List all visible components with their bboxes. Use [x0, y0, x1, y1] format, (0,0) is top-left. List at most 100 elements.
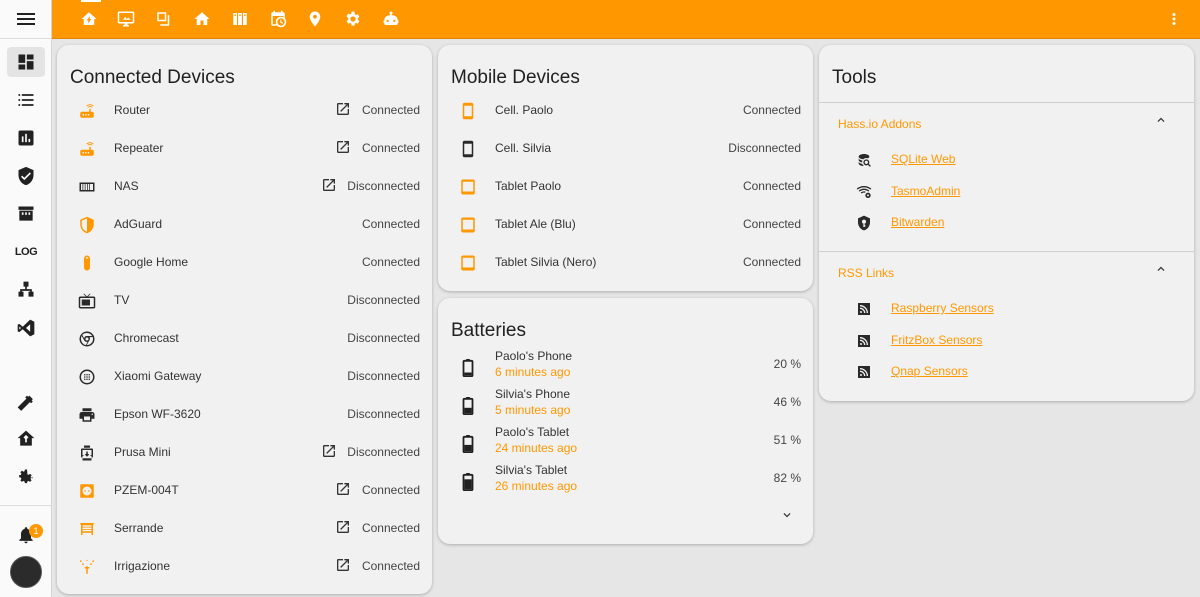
tool-link[interactable]: TasmoAdmin: [891, 184, 960, 198]
device-row[interactable]: Repeater Connected: [57, 130, 432, 168]
tool-link[interactable]: FritzBox Sensors: [891, 333, 982, 347]
mobile-device-row[interactable]: Tablet Ale (Blu) Connected: [438, 206, 813, 244]
cellphone-icon: [462, 140, 474, 158]
tab-home[interactable]: [192, 9, 212, 29]
tool-link[interactable]: Bitwarden: [891, 215, 944, 229]
top-bar: [52, 0, 1200, 39]
sidebar-item-history[interactable]: [7, 123, 45, 153]
sidebar-item-list[interactable]: [7, 85, 45, 115]
expand-button[interactable]: [780, 508, 794, 522]
device-row[interactable]: Chromecast Disconnected: [57, 320, 432, 358]
tab-map[interactable]: [305, 9, 325, 29]
tab-settings[interactable]: [343, 9, 363, 29]
battery-row[interactable]: Silvia's Tablet 26 minutes ago 82 %: [438, 463, 813, 501]
tab-server[interactable]: [230, 9, 250, 29]
section-title-rss[interactable]: RSS Links: [838, 266, 894, 280]
battery-level-icon: [462, 473, 474, 491]
sidebar-item-hacs[interactable]: [7, 199, 45, 229]
menu-button[interactable]: [0, 0, 51, 39]
rss-icon: [858, 303, 870, 315]
open-in-new-icon: [337, 483, 349, 495]
device-icon: [77, 557, 97, 577]
device-name: Tablet Silvia (Nero): [495, 255, 597, 269]
avatar[interactable]: [10, 556, 42, 588]
hamburger-icon: [16, 13, 35, 25]
battery-icon: [458, 358, 478, 378]
collapse-addons-button[interactable]: [1154, 113, 1168, 127]
device-row[interactable]: NAS Disconnected: [57, 168, 432, 206]
device-row[interactable]: AdGuard Connected: [57, 206, 432, 244]
mobile-device-row[interactable]: Cell. Silvia Disconnected: [438, 130, 813, 168]
battery-icon: [458, 396, 478, 416]
device-row[interactable]: Xiaomi Gateway Disconnected: [57, 358, 432, 396]
link-icon: [855, 183, 873, 201]
battery-level: 20 %: [773, 357, 801, 371]
device-state: Disconnected: [347, 293, 420, 307]
device-row[interactable]: Prusa Mini Disconnected: [57, 434, 432, 472]
printer-icon: [79, 408, 95, 422]
tab-windows[interactable]: [154, 9, 174, 29]
device-row[interactable]: Serrande Connected: [57, 510, 432, 548]
open-in-new-icon: [337, 141, 349, 153]
open-link-button[interactable]: [321, 177, 339, 195]
battery-last-updated: 24 minutes ago: [495, 441, 578, 455]
sidebar-item-overview[interactable]: [7, 47, 45, 77]
sidebar-item-vscode[interactable]: [7, 313, 45, 343]
tab-home-lightning[interactable]: [79, 9, 99, 29]
wifi-cog-icon: [856, 185, 872, 198]
tv-icon: [78, 293, 96, 309]
battery-level: 51 %: [773, 433, 801, 447]
device-name: AdGuard: [114, 217, 163, 231]
collapse-rss-button[interactable]: [1154, 262, 1168, 276]
batteries-card: Batteries Paolo's Phone 6 minutes ago 20 %…: [438, 298, 813, 544]
tool-link[interactable]: SQLite Web: [891, 152, 955, 166]
tool-link-row: FritzBox Sensors: [819, 329, 1194, 353]
section-title-addons[interactable]: Hass.io Addons: [838, 117, 921, 131]
device-row[interactable]: PZEM-004T Connected: [57, 472, 432, 510]
sidebar-item-security[interactable]: [7, 161, 45, 191]
sidebar-item-developer-tools[interactable]: [7, 386, 45, 416]
device-icon: [77, 481, 97, 501]
mobile-device-row[interactable]: Cell. Paolo Connected: [438, 92, 813, 130]
tool-link[interactable]: Qnap Sensors: [891, 364, 968, 378]
battery-row[interactable]: Paolo's Phone 6 minutes ago 20 %: [438, 349, 813, 387]
device-row[interactable]: Google Home Connected: [57, 244, 432, 282]
gear-icon: [19, 469, 33, 484]
device-icon: [458, 215, 478, 235]
open-link-button[interactable]: [335, 101, 353, 119]
sidebar-item-network[interactable]: [7, 275, 45, 305]
open-link-button[interactable]: [335, 139, 353, 157]
sidebar-item-supervisor[interactable]: [7, 424, 45, 454]
device-row[interactable]: Router Connected: [57, 92, 432, 130]
battery-row[interactable]: Paolo's Tablet 24 minutes ago 51 %: [438, 425, 813, 463]
device-name: Xiaomi Gateway: [114, 369, 202, 383]
battery-device-name: Paolo's Tablet: [495, 425, 570, 439]
device-row[interactable]: Epson WF-3620 Disconnected: [57, 396, 432, 434]
open-link-button[interactable]: [321, 443, 339, 461]
sidebar-item-settings[interactable]: [7, 462, 45, 492]
device-state: Connected: [361, 217, 420, 231]
device-row[interactable]: TV Disconnected: [57, 282, 432, 320]
sidebar-item-log[interactable]: LOG: [7, 237, 45, 267]
device-state: Connected: [361, 559, 420, 573]
tool-link[interactable]: Raspberry Sensors: [891, 301, 994, 315]
device-state: Disconnected: [347, 331, 420, 345]
shield-check-icon: [18, 166, 34, 186]
calendar-clock-icon: [271, 10, 287, 28]
tab-robot[interactable]: [381, 9, 401, 29]
overflow-menu-button[interactable]: [1164, 9, 1184, 29]
open-link-button[interactable]: [335, 557, 353, 575]
chevron-down-icon: [783, 513, 791, 518]
chart-icon: [18, 130, 34, 146]
mobile-device-row[interactable]: Tablet Silvia (Nero) Connected: [438, 244, 813, 282]
battery-row[interactable]: Silvia's Phone 5 minutes ago 46 %: [438, 387, 813, 425]
open-link-button[interactable]: [335, 519, 353, 537]
device-state: Disconnected: [347, 445, 420, 459]
mobile-device-row[interactable]: Tablet Paolo Connected: [438, 168, 813, 206]
tab-calendar[interactable]: [268, 9, 288, 29]
tab-monitor[interactable]: [116, 9, 136, 29]
open-link-button[interactable]: [335, 481, 353, 499]
link-icon: [855, 363, 873, 381]
device-row[interactable]: Irrigazione Connected: [57, 548, 432, 586]
google-home-icon: [84, 255, 90, 271]
